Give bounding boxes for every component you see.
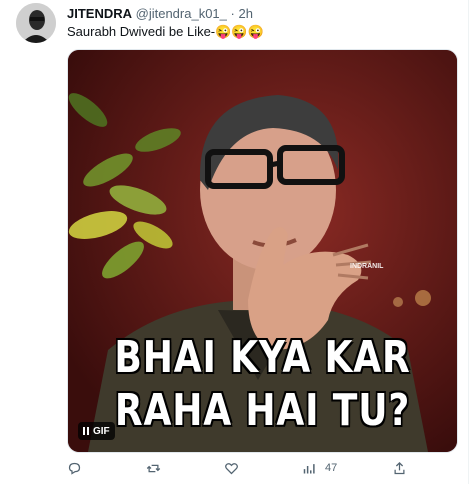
gif-badge-label: GIF [93, 425, 110, 437]
gif-caption-line1: BHAI KYA KAR [114, 332, 411, 383]
share-button[interactable] [392, 458, 407, 478]
gif-media[interactable]: INDRANIL BHAI KYA KAR RAHA HAI TU? GIF [67, 49, 458, 453]
gif-badge[interactable]: GIF [78, 422, 115, 440]
reply-icon [68, 462, 81, 475]
author-name[interactable]: JITENDRA [67, 6, 132, 21]
author-handle[interactable]: @jitendra_k01_ [136, 6, 227, 21]
tweet-header: JITENDRA @jitendra_k01_ · 2h [67, 6, 253, 22]
like-icon [225, 462, 238, 474]
retweet-icon [146, 464, 161, 472]
tweet-text: Saurabh Dwivedi be Like-😜😜😜 [67, 24, 264, 39]
gif-caption-line2: RAHA HAI TU? [114, 385, 411, 436]
divider [468, 0, 469, 484]
separator: · [230, 6, 235, 21]
tweet-actions: 47 [0, 458, 473, 478]
reply-button[interactable] [67, 458, 82, 478]
avatar[interactable] [16, 3, 56, 43]
views-button[interactable]: 47 [302, 458, 337, 478]
views-icon [303, 463, 315, 473]
like-button[interactable] [224, 458, 239, 478]
views-count: 47 [325, 462, 338, 474]
share-icon [394, 461, 405, 474]
pause-icon[interactable] [83, 427, 89, 435]
retweet-button[interactable] [146, 458, 161, 478]
timestamp[interactable]: 2h [239, 6, 253, 21]
watermark-text: INDRANIL [350, 263, 384, 270]
